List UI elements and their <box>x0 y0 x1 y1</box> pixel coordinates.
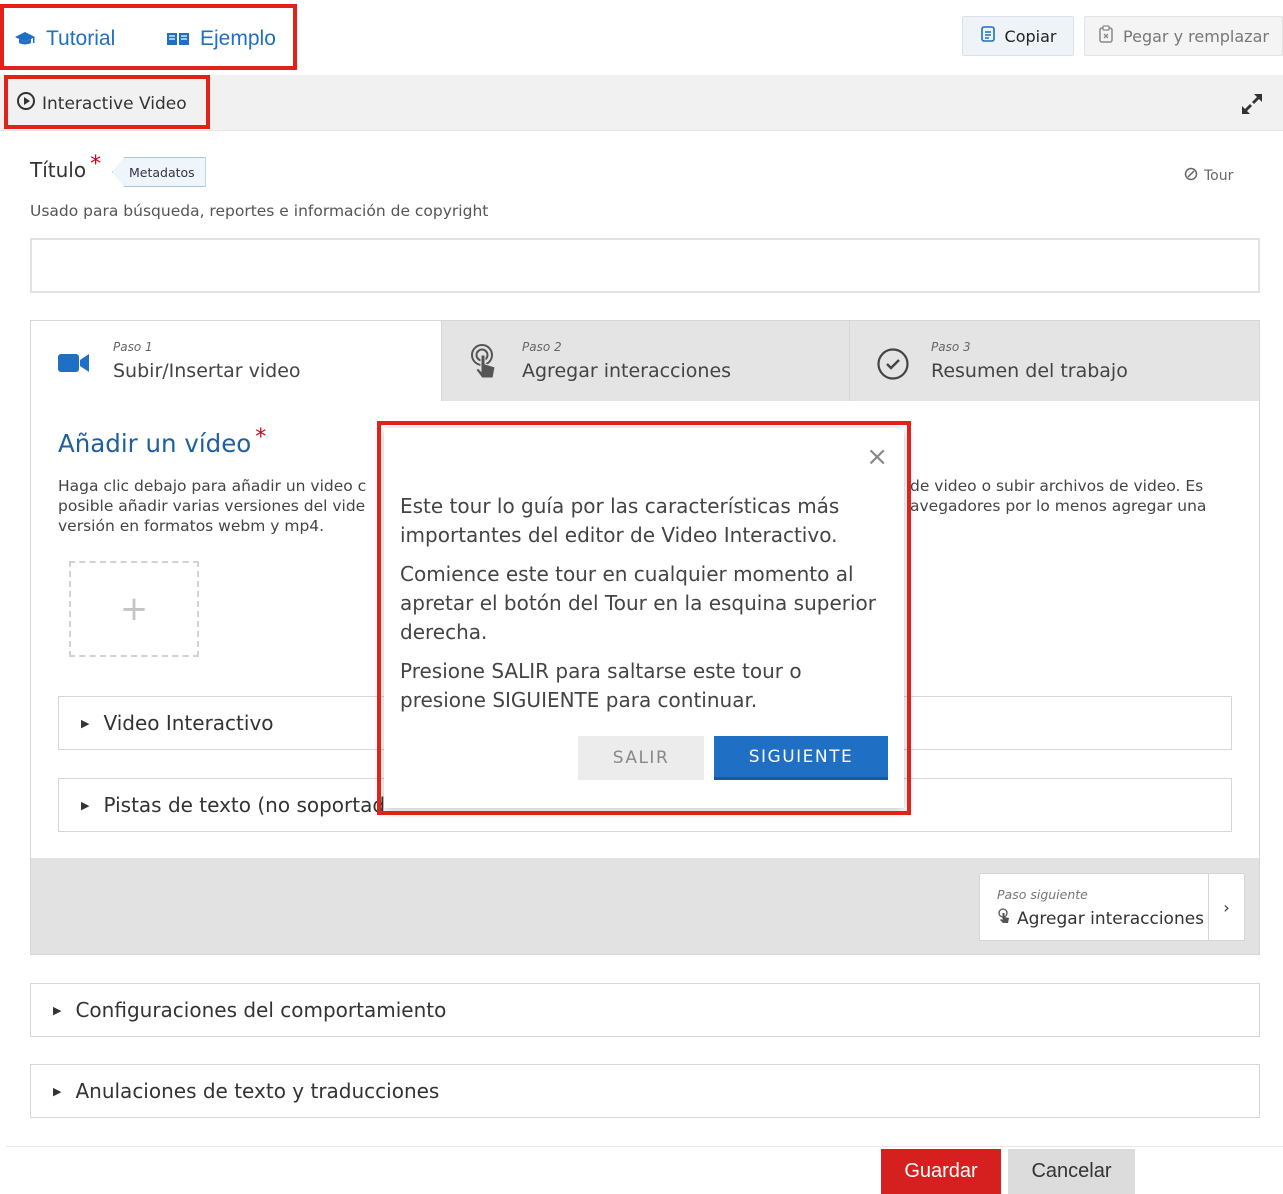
step-number: Paso 3 <box>931 340 971 354</box>
paste-replace-button[interactable]: Pegar y remplazar <box>1084 16 1283 56</box>
tab-step-3[interactable]: Paso 3 Resumen del trabajo <box>849 321 1259 401</box>
plus-icon: + <box>119 589 149 629</box>
annotation-box-tour-popup <box>377 421 911 815</box>
desc-line-2-left: posible añadir varias versiones del vide <box>58 497 366 515</box>
collapsible-label: Configuraciones del comportamiento <box>75 998 447 1022</box>
copy-label: Copiar <box>1004 26 1057 46</box>
desc-line-1-left: Haga clic debajo para añadir un video c <box>58 477 367 495</box>
tour-label: Tour <box>1204 168 1234 184</box>
caret-right-icon: ▶ <box>81 716 90 730</box>
footer-divider <box>6 1146 1283 1147</box>
title-label-text: Título <box>30 158 87 182</box>
annotation-box-top-links <box>0 4 297 70</box>
add-video-heading: Añadir un vídeo * <box>58 425 266 458</box>
desc-line-3: versión en formatos webm y mp4. <box>58 517 325 535</box>
check-circle-icon <box>876 347 910 385</box>
copy-icon <box>980 25 996 47</box>
required-mark: * <box>90 152 102 177</box>
step-title: Agregar interacciones <box>522 360 732 382</box>
tour-icon <box>1184 167 1198 185</box>
save-button[interactable]: Guardar <box>881 1149 1001 1194</box>
video-camera-icon <box>58 352 90 378</box>
collapsible-text-overrides[interactable]: ▶ Anulaciones de texto y traducciones <box>30 1064 1260 1118</box>
chevron-right-icon: › <box>1208 874 1244 940</box>
desc-line-1-right: de video o subir archivos de video. Es <box>910 477 1204 495</box>
add-video-button[interactable]: + <box>69 561 199 657</box>
title-field-description: Usado para búsqueda, reportes e informac… <box>30 202 489 220</box>
step-number: Paso 2 <box>522 340 562 354</box>
tab-step-2[interactable]: Paso 2 Agregar interacciones <box>441 321 849 401</box>
collapsible-label: Pistas de texto (no soportad <box>103 793 386 817</box>
required-mark: * <box>255 425 267 450</box>
paste-replace-label: Pegar y remplazar <box>1123 26 1269 46</box>
step-title: Subir/Insertar video <box>113 360 301 382</box>
next-step-title-text: Agregar interacciones <box>1017 908 1205 929</box>
metadata-button[interactable]: Metadatos <box>112 157 206 187</box>
cancel-button[interactable]: Cancelar <box>1008 1149 1135 1194</box>
touch-icon <box>469 343 499 385</box>
copy-button[interactable]: Copiar <box>962 16 1074 56</box>
caret-right-icon: ▶ <box>53 1084 62 1098</box>
tab-step-1[interactable]: Paso 1 Subir/Insertar video <box>31 321 441 401</box>
next-step-title: Agregar interacciones <box>997 908 1204 929</box>
add-video-title: Añadir un vídeo <box>58 429 252 458</box>
collapsible-label: Video Interactivo <box>103 711 274 735</box>
fullscreen-expand-icon[interactable] <box>1240 92 1264 120</box>
title-field-label: Título * <box>30 152 101 183</box>
collapsible-label: Anulaciones de texto y traducciones <box>75 1079 440 1103</box>
next-step-label: Paso siguiente <box>997 887 1088 902</box>
step-title: Resumen del trabajo <box>931 360 1128 382</box>
title-input[interactable] <box>30 238 1260 293</box>
tour-button[interactable]: Tour <box>1184 167 1233 185</box>
caret-right-icon: ▶ <box>81 798 90 812</box>
step-number: Paso 1 <box>113 340 153 354</box>
wizard-footer: Paso siguiente Agregar interacciones › <box>31 858 1259 954</box>
desc-line-2-right: avegadores por lo menos agregar una <box>910 497 1207 515</box>
clipboard-icon <box>1098 25 1114 47</box>
wizard-steps: Paso 1 Subir/Insertar video Paso 2 Agreg… <box>31 321 1259 401</box>
annotation-box-content-type <box>4 75 210 129</box>
collapsible-behaviour-settings[interactable]: ▶ Configuraciones del comportamiento <box>30 983 1260 1037</box>
next-step-button[interactable]: Paso siguiente Agregar interacciones › <box>979 873 1245 941</box>
caret-right-icon: ▶ <box>53 1003 62 1017</box>
touch-icon <box>997 908 1011 929</box>
